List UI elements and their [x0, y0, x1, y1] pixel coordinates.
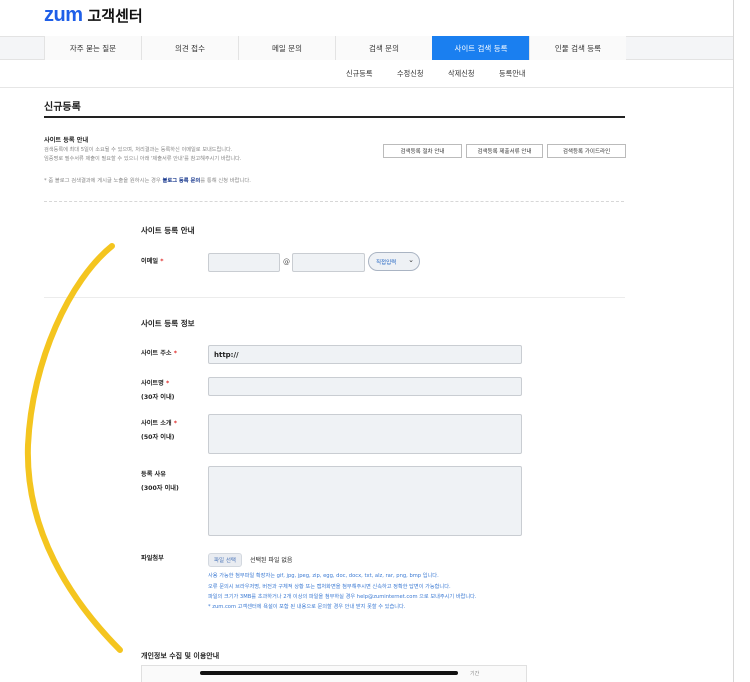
yellow-annotation-curve — [24, 243, 123, 653]
